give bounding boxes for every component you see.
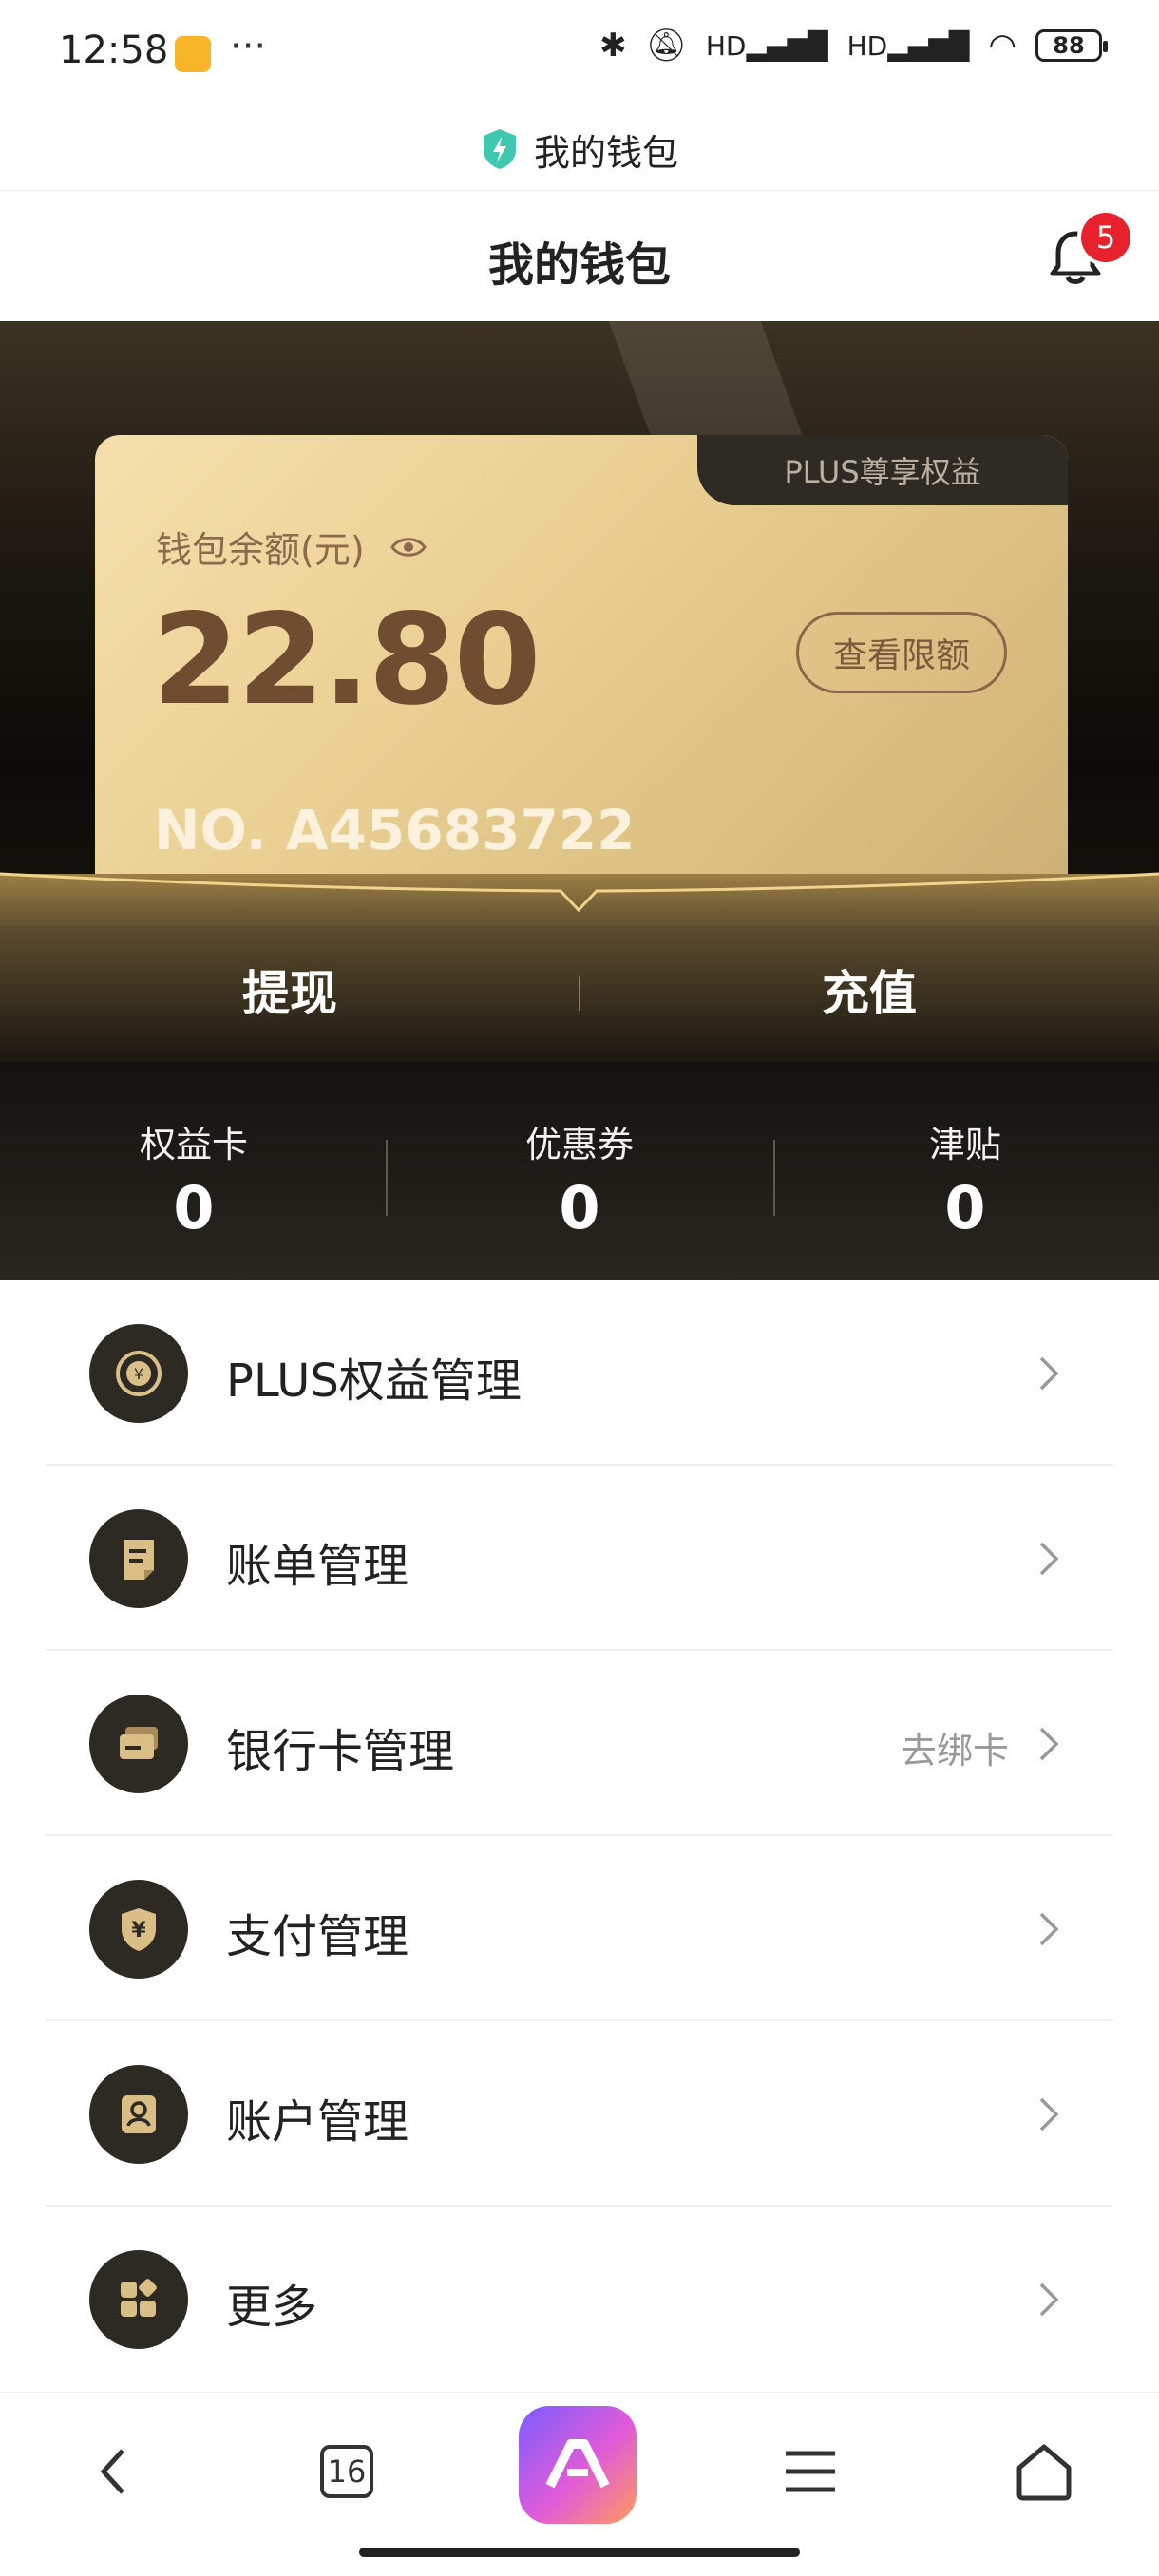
stat-value: 0 (944, 1173, 986, 1242)
more-notifications-icon: ··· (230, 25, 267, 68)
recharge-button[interactable]: 充值 (727, 956, 1012, 1024)
chevron-right-icon (1039, 2097, 1059, 2131)
withdraw-button[interactable]: 提现 (147, 956, 432, 1024)
stat-benefit-card[interactable]: 权益卡 0 (51, 1062, 336, 1280)
benefit-stats: 权益卡 0 优惠券 0 津贴 0 (0, 1062, 1159, 1280)
chevron-right-icon (1039, 1356, 1059, 1391)
chevron-right-icon (1039, 1727, 1059, 1761)
mute-bell-icon: 🔕︎ (645, 27, 687, 65)
stat-label: 权益卡 (139, 1124, 248, 1165)
hamburger-icon (786, 2451, 835, 2492)
menu-item-account[interactable]: 账户管理 (46, 2021, 1113, 2207)
balance-label-row: 钱包余额(元) (156, 521, 428, 573)
svg-text:¥: ¥ (134, 1365, 143, 1383)
page-title: 我的钱包 (487, 238, 671, 292)
stat-label: 津贴 (928, 1124, 1001, 1165)
menu-item-bank-cards[interactable]: 银行卡管理 去绑卡 (46, 1651, 1113, 1836)
chevron-left-icon (100, 2449, 124, 2494)
plus-benefits-tab[interactable]: PLUS尊享权益 (697, 435, 1068, 505)
stat-value: 0 (559, 1173, 600, 1242)
home-indicator[interactable] (359, 2548, 800, 2557)
stat-allowance[interactable]: 津贴 0 (823, 1062, 1108, 1280)
card-edge-curve (0, 872, 1159, 913)
balance-amount: 22.80 (152, 587, 542, 733)
chevron-right-icon (1039, 1912, 1059, 1946)
menu-item-label: 更多 (226, 2281, 318, 2334)
ai-assistant-button[interactable] (519, 2406, 636, 2524)
browser-page-title: 我的钱包 (533, 131, 678, 174)
home-button[interactable] (1001, 2429, 1087, 2514)
stat-value: 0 (173, 1173, 215, 1242)
eye-icon[interactable] (390, 534, 428, 560)
back-button[interactable] (70, 2429, 156, 2514)
divider (773, 1140, 775, 1216)
bind-card-hint[interactable]: 去绑卡 (901, 1721, 1009, 1773)
balance-label: 钱包余额(元) (156, 529, 365, 571)
status-icons: ✱ 🔕︎ HD▂▄▆█ HD▂▄▆█ ◠ 88 (599, 27, 1108, 65)
divider (579, 976, 580, 1011)
divider (386, 1140, 388, 1216)
battery-icon: 88 (1036, 29, 1108, 62)
menu-item-label: PLUS权益管理 (226, 1354, 522, 1408)
menu-item-label: 支付管理 (226, 1910, 409, 1963)
page-header: 我的钱包 (0, 190, 1159, 321)
home-icon (1016, 2444, 1072, 2501)
chevron-right-icon (1039, 1542, 1059, 1576)
chevron-right-icon (1039, 2282, 1059, 2317)
menu-item-payment[interactable]: ¥ 支付管理 (46, 1836, 1113, 2021)
bank-card-icon (89, 1695, 188, 1793)
grid-more-icon (89, 2250, 188, 2349)
view-limit-button[interactable]: 查看限额 (796, 612, 1007, 693)
menu-item-bills[interactable]: 账单管理 (46, 1466, 1113, 1651)
card-number: NO. A45683722 (154, 798, 636, 862)
menu-item-more[interactable]: 更多 (46, 2207, 1113, 2392)
menu-item-plus-benefits[interactable]: ¥ PLUS权益管理 (46, 1280, 1113, 1466)
signal-icon: HD▂▄▆█ (705, 29, 828, 62)
bill-icon (89, 1509, 188, 1608)
notification-app-icon (175, 36, 211, 72)
coin-badge-icon: ¥ (89, 1324, 188, 1423)
account-icon (89, 2065, 188, 2164)
wifi-icon: ◠ (988, 27, 1016, 65)
stat-label: 优惠券 (524, 1124, 634, 1165)
wallet-hero: PLUS尊享权益 钱包余额(元) 22.80 查看限额 NO. A4568372… (0, 321, 1159, 1062)
browser-title-bar: 我的钱包 (0, 106, 1159, 192)
tabs-button[interactable]: 16 (304, 2429, 390, 2514)
notification-badge: 5 (1077, 209, 1134, 266)
svg-text:¥: ¥ (131, 1919, 146, 1942)
bluetooth-icon: ✱ (599, 27, 627, 65)
menu-item-label: 银行卡管理 (226, 1725, 455, 1778)
ai-logo-icon (545, 2439, 610, 2489)
menu-item-label: 账单管理 (226, 1540, 409, 1593)
signal-2-icon: HD▂▄▆█ (846, 29, 970, 62)
menu-item-label: 账户管理 (226, 2095, 409, 2149)
shield-bolt-icon (483, 129, 516, 169)
yuan-shield-icon: ¥ (89, 1880, 188, 1979)
status-bar: 12:58 ··· ✱ 🔕︎ HD▂▄▆█ HD▂▄▆█ ◠ 88 (0, 0, 1159, 106)
tab-count: 16 (320, 2445, 373, 2498)
menu-button[interactable] (768, 2429, 853, 2514)
stat-coupon[interactable]: 优惠券 0 (437, 1062, 722, 1280)
menu-list: ¥ PLUS权益管理 账单管理 银行卡管理 去绑卡 ¥ 支付管理 账户管理 更多 (0, 1280, 1159, 2392)
clock: 12:58 (59, 28, 169, 72)
